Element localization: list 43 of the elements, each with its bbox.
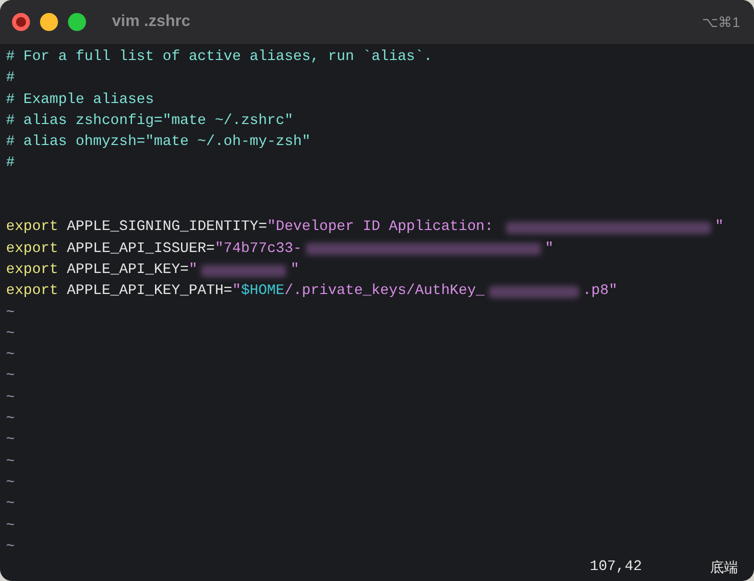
code-text: " <box>290 260 300 280</box>
tilde-marker: ~ <box>6 431 15 450</box>
code-text: export <box>6 240 58 259</box>
code-text: " <box>715 218 724 238</box>
code-text: "74b77c33- <box>214 240 302 259</box>
code-text: " <box>188 260 198 280</box>
code-line: # <box>6 69 16 88</box>
code-line: # alias zshconfig="mate ~/.zshrc" <box>6 112 294 131</box>
code-line: # For a full list of active aliases, run `alias`. <box>6 48 434 67</box>
code-text: APPLE_API_KEY_PATH= <box>66 282 232 302</box>
code-text: $HOME <box>240 282 284 302</box>
tilde-marker: ~ <box>6 495 15 514</box>
code-text: .p8" <box>582 282 618 302</box>
tilde-marker: ~ <box>6 410 15 430</box>
minimize-button[interactable] <box>40 13 58 31</box>
code-text: "Developer ID Application: <box>267 218 494 238</box>
shortcut-label: ⌥⌘1 <box>702 12 740 32</box>
close-button[interactable] <box>12 13 30 31</box>
code-text: APPLE_SIGNING_IDENTITY= <box>66 218 268 238</box>
code-text: APPLE_API_KEY= <box>66 260 189 280</box>
tilde-marker: ~ <box>6 516 15 536</box>
code-text: " <box>544 240 554 259</box>
window-title: vim .zshrc <box>112 12 190 32</box>
code-line: # <box>6 154 16 174</box>
code-text: export <box>6 218 58 238</box>
code-text: export <box>6 282 58 302</box>
code-text: " <box>232 282 241 302</box>
tilde-marker: ~ <box>6 538 15 557</box>
tilde-marker: ~ <box>6 324 15 344</box>
scroll-position: 底端 <box>710 558 738 578</box>
code-text: APPLE_API_ISSUER= <box>66 240 215 259</box>
code-line: # Example aliases <box>6 90 155 110</box>
zoom-button[interactable] <box>68 13 86 31</box>
tilde-marker: ~ <box>6 388 15 408</box>
tilde-marker: ~ <box>6 367 15 386</box>
tilde-marker: ~ <box>6 346 15 366</box>
tilde-marker: ~ <box>6 304 15 323</box>
tilde-marker: ~ <box>6 474 15 493</box>
code-line: # alias ohmyzsh="mate ~/.oh-my-zsh" <box>6 133 312 152</box>
code-text: export <box>6 260 58 280</box>
cursor-position: 107,42 <box>590 558 642 578</box>
tilde-marker: ~ <box>6 452 15 472</box>
code-text: /.private_keys/AuthKey_ <box>284 282 485 302</box>
